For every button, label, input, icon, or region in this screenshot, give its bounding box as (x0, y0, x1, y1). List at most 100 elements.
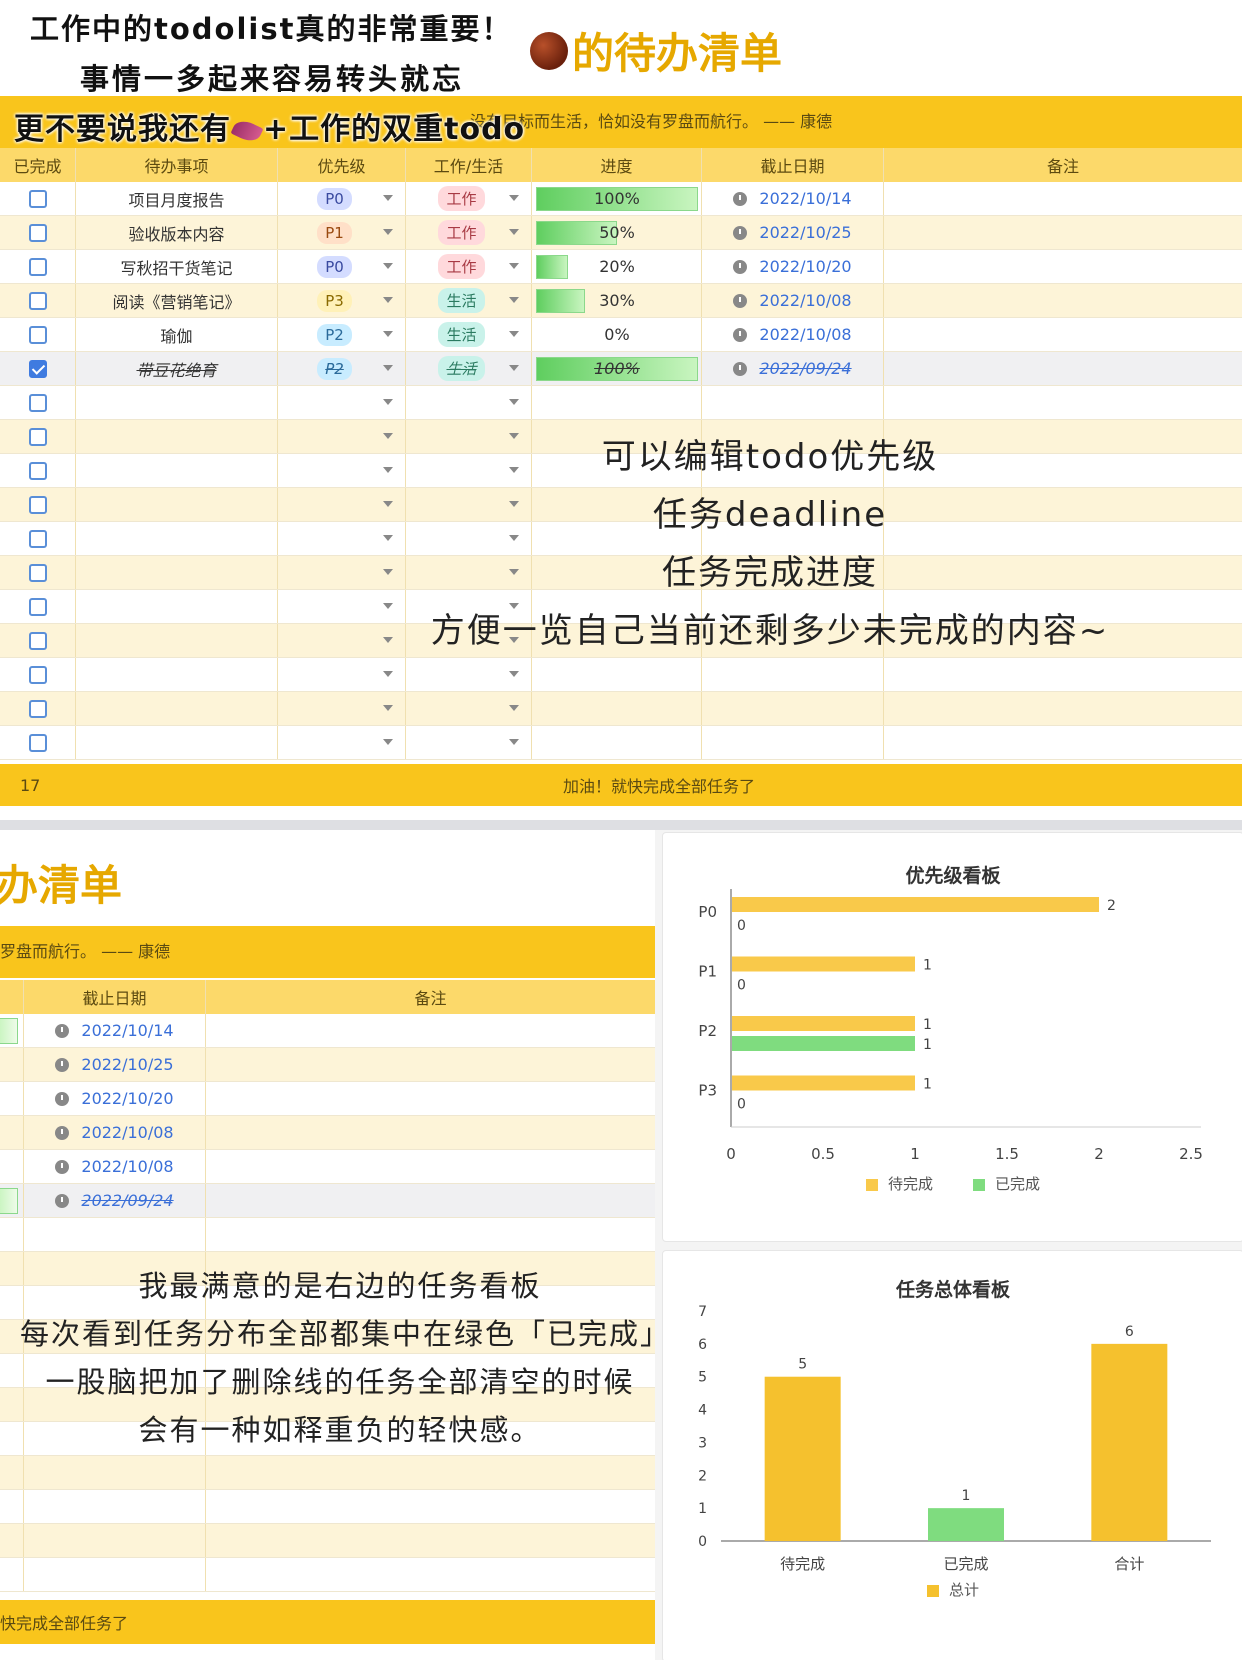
cell-task[interactable]: 验收版本内容 (76, 216, 278, 249)
cell-notes[interactable] (884, 284, 1242, 317)
cell-notes[interactable] (206, 1524, 655, 1557)
type-tag[interactable]: 工作 (438, 186, 485, 211)
cell-done[interactable] (0, 692, 76, 725)
header-done[interactable]: 已完成 (0, 148, 76, 182)
header-progress[interactable]: 进度 (532, 148, 702, 182)
cell-task[interactable] (76, 658, 278, 691)
dropdown-caret-icon[interactable] (383, 195, 393, 201)
cell-due[interactable]: 2022/10/14 (24, 1014, 206, 1047)
cell-priority[interactable] (278, 386, 406, 419)
bar-pending-P0[interactable] (732, 897, 1099, 912)
done-checkbox[interactable] (28, 563, 47, 582)
table-row[interactable] (0, 1456, 655, 1490)
dropdown-caret-icon[interactable] (383, 331, 393, 337)
cell-done[interactable] (0, 624, 76, 657)
table-row[interactable]: 瑜伽 P2 生活 0% 2022/10/08 (0, 318, 1242, 352)
task-name[interactable]: 瑜伽 (160, 323, 192, 347)
cell-due[interactable] (702, 692, 884, 725)
done-checkbox[interactable] (28, 291, 47, 310)
cell-due[interactable] (702, 658, 884, 691)
cell-task[interactable]: 写秋招干货笔记 (76, 250, 278, 283)
cell-due[interactable] (24, 1456, 206, 1489)
cell-done[interactable] (0, 284, 76, 317)
cell-task[interactable]: 项目月度报告 (76, 182, 278, 215)
table-row[interactable]: 2022/10/08 (0, 1150, 655, 1184)
cell-notes[interactable] (884, 318, 1242, 351)
due-date[interactable]: 2022/10/25 (733, 223, 852, 242)
cell-progress[interactable] (0, 1116, 24, 1149)
done-checkbox[interactable] (28, 427, 47, 446)
done-checkbox[interactable] (28, 223, 47, 242)
header-due[interactable]: 截止日期 (24, 980, 206, 1014)
cell-due[interactable] (702, 386, 884, 419)
due-date[interactable]: 2022/10/08 (733, 325, 852, 344)
dropdown-caret-icon[interactable] (509, 399, 519, 405)
cell-priority[interactable] (278, 692, 406, 725)
type-tag[interactable]: 生活 (438, 356, 485, 381)
table-row[interactable] (0, 386, 1242, 420)
priority-tag[interactable]: P0 (317, 255, 352, 278)
cell-notes[interactable] (206, 1558, 655, 1591)
cell-progress[interactable] (0, 1184, 24, 1217)
cell-notes[interactable] (206, 1014, 655, 1047)
table-row[interactable]: 2022/10/20 (0, 1082, 655, 1116)
cell-notes[interactable] (884, 386, 1242, 419)
cell-task[interactable] (76, 488, 278, 521)
table-row[interactable] (0, 658, 1242, 692)
cell-due[interactable]: 2022/09/24 (702, 352, 884, 385)
cell-notes[interactable] (206, 1116, 655, 1149)
cell-done[interactable] (0, 556, 76, 589)
cell-done[interactable] (0, 318, 76, 351)
priority-board-card[interactable]: 优先级看板 0 0.5 1 1.5 2 2.5 P0 2 0 P1 1 0 P2 1 1 P3 1 0 待完成 已… (662, 832, 1242, 1242)
cell-priority[interactable]: P0 (278, 250, 406, 283)
cell-task[interactable] (76, 454, 278, 487)
dropdown-caret-icon[interactable] (509, 331, 519, 337)
priority-tag[interactable]: P2 (317, 357, 352, 380)
bar-pending-P3[interactable] (732, 1075, 915, 1091)
priority-tag[interactable]: P3 (317, 289, 352, 312)
cell-due[interactable]: 2022/10/08 (24, 1116, 206, 1149)
cell-progress[interactable]: 0% (532, 318, 702, 351)
cell-due[interactable]: 2022/10/20 (24, 1082, 206, 1115)
table-row[interactable]: 项目月度报告 P0 工作 100% 2022/10/14 (0, 182, 1242, 216)
cell-progress[interactable] (0, 1082, 24, 1115)
dropdown-caret-icon[interactable] (383, 365, 393, 371)
cell-progress[interactable]: 50% (532, 216, 702, 249)
done-checkbox[interactable] (28, 325, 47, 344)
done-checkbox[interactable] (28, 665, 47, 684)
table-row[interactable]: 阅读《营销笔记》 P3 生活 30% 2022/10/08 (0, 284, 1242, 318)
cell-priority[interactable]: P2 (278, 352, 406, 385)
cell-priority[interactable]: P2 (278, 318, 406, 351)
cell-due[interactable]: 2022/10/14 (702, 182, 884, 215)
cell-due[interactable]: 2022/10/25 (24, 1048, 206, 1081)
done-checkbox[interactable] (28, 597, 47, 616)
bar-pending-P1[interactable] (732, 956, 915, 972)
done-checkbox[interactable] (28, 461, 47, 480)
progress-bar[interactable]: 50% (536, 221, 698, 245)
cell-notes[interactable] (206, 1082, 655, 1115)
cell-task[interactable] (76, 556, 278, 589)
cell-progress[interactable] (0, 1014, 24, 1047)
cell-done[interactable] (0, 590, 76, 623)
cell-done[interactable] (0, 454, 76, 487)
dropdown-caret-icon[interactable] (509, 365, 519, 371)
dropdown-caret-icon[interactable] (509, 297, 519, 303)
cell-notes[interactable] (206, 1150, 655, 1183)
task-name[interactable]: 写秋招干货笔记 (120, 255, 232, 279)
cell-task[interactable]: 带豆花绝育 (76, 352, 278, 385)
progress-bar[interactable]: 0% (536, 323, 698, 347)
overall-board-card[interactable]: 任务总体看板 0 1 2 3 4 5 6 7 5 待完成 1 已完成 6 合计 总计 (662, 1250, 1242, 1660)
cell-done[interactable] (0, 352, 76, 385)
overall-board-chart[interactable]: 0 1 2 3 4 5 6 7 5 待完成 1 已完成 6 合计 (663, 1301, 1242, 1601)
done-checkbox[interactable] (28, 631, 47, 650)
cell-progress[interactable] (0, 1048, 24, 1081)
table-row[interactable]: 2022/09/24 (0, 1184, 655, 1218)
cell-done[interactable] (0, 522, 76, 555)
table-row[interactable] (0, 1524, 655, 1558)
cell-done[interactable] (0, 420, 76, 453)
header-type[interactable]: 工作/生活 (406, 148, 532, 182)
due-date[interactable]: 2022/09/24 (733, 359, 852, 378)
cell-notes[interactable] (884, 250, 1242, 283)
cell-task[interactable] (76, 420, 278, 453)
table-row[interactable]: 带豆花绝育 P2 生活 100% 2022/09/24 (0, 352, 1242, 386)
